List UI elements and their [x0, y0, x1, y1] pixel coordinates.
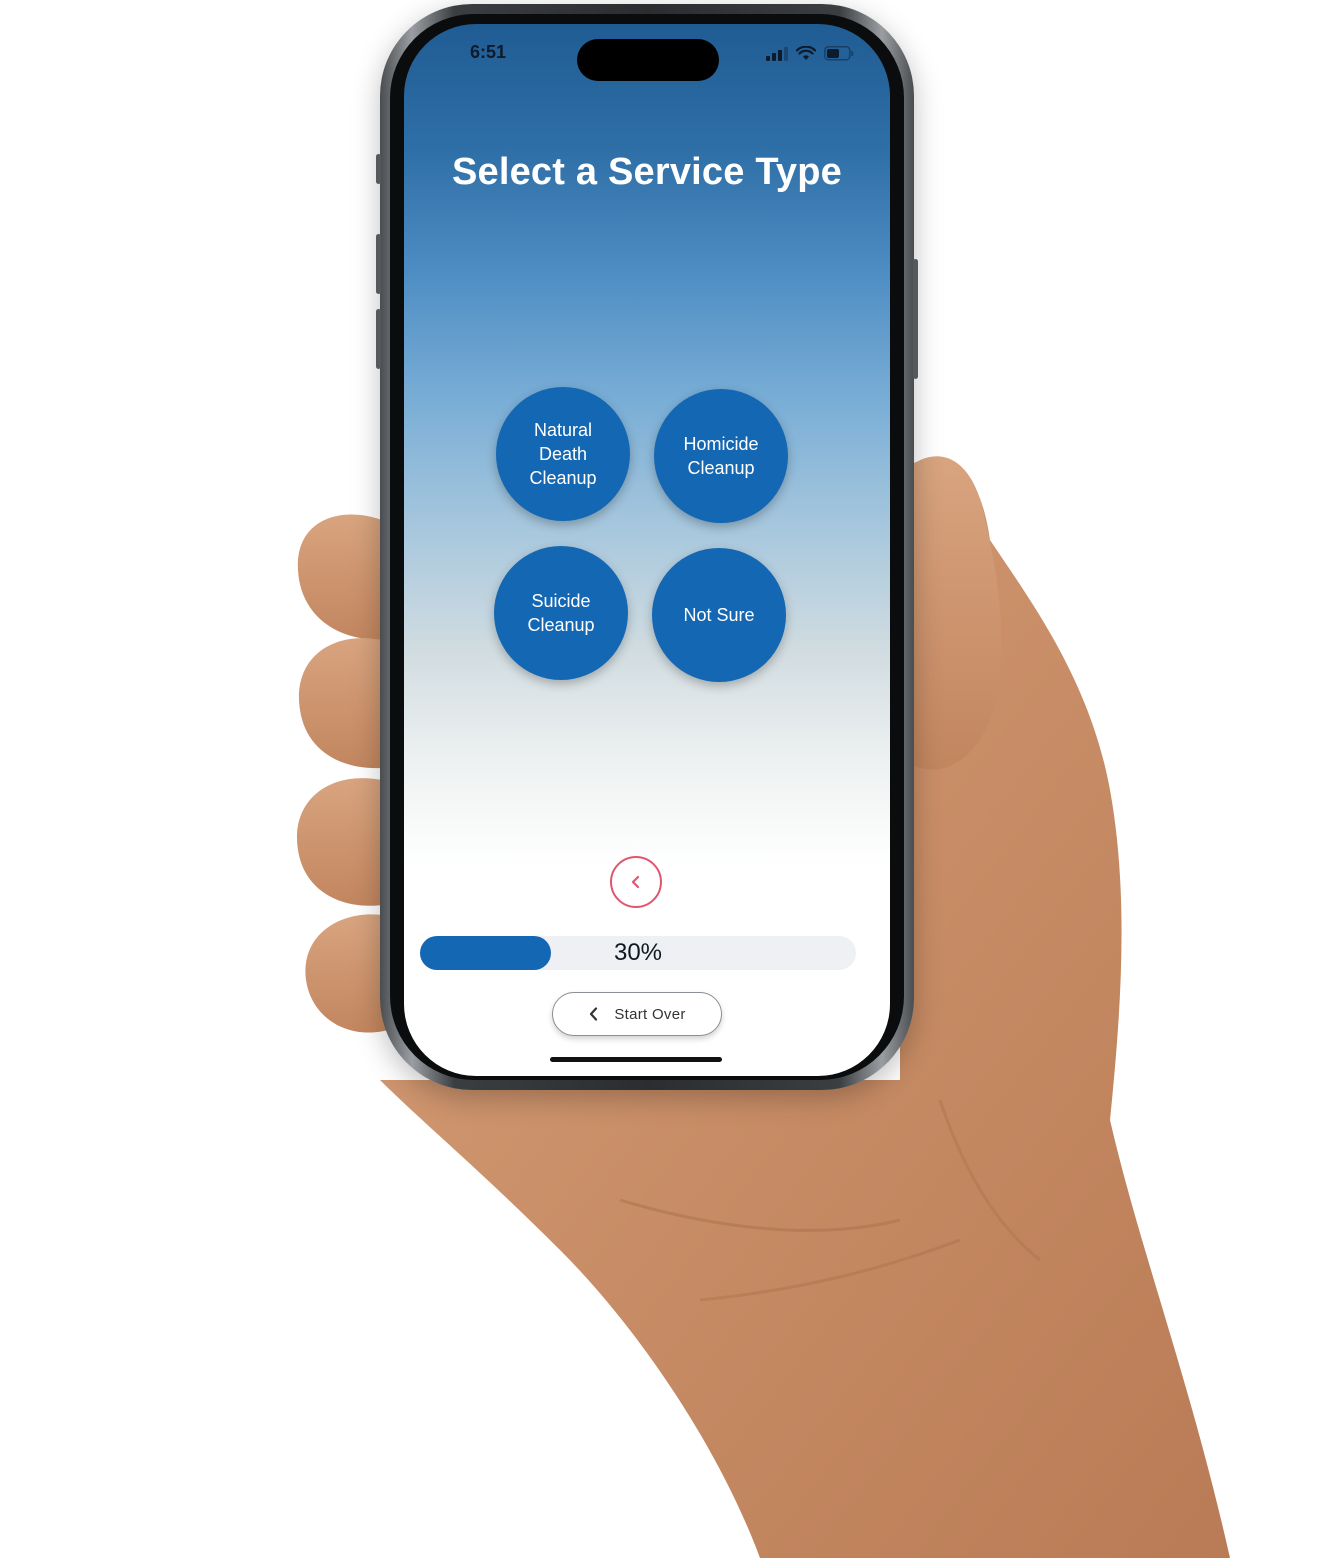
service-suicide-cleanup-button[interactable]: Suicide Cleanup	[494, 546, 628, 680]
page-title: Select a Service Type	[451, 151, 843, 193]
service-homicide-cleanup-button[interactable]: Homicide Cleanup	[654, 389, 788, 523]
service-natural-death-cleanup-button[interactable]: Natural Death Cleanup	[496, 387, 630, 521]
app-screen: 6:51 Select a Service Type Natural Death…	[404, 24, 890, 1076]
phone-power-button	[913, 259, 918, 379]
phone-device: 6:51 Select a Service Type Natural Death…	[376, 4, 918, 1090]
start-over-button[interactable]: Start Over	[552, 992, 722, 1036]
service-not-sure-button[interactable]: Not Sure	[652, 548, 786, 682]
start-over-label: Start Over	[614, 1005, 686, 1023]
status-icons	[766, 46, 854, 61]
dynamic-island	[577, 39, 719, 81]
wifi-icon	[796, 46, 816, 60]
progress-label: 30%	[613, 939, 663, 966]
status-time: 6:51	[470, 42, 507, 62]
chevron-left-icon	[631, 875, 640, 889]
phone-side-button	[376, 154, 381, 184]
chevron-left-icon	[590, 1007, 598, 1021]
battery-icon	[824, 46, 854, 61]
phone-volume-up	[376, 234, 381, 294]
home-indicator	[550, 1057, 722, 1062]
back-button[interactable]	[610, 856, 662, 908]
cellular-signal-icon	[766, 47, 788, 61]
progress-bar: 30%	[420, 936, 856, 970]
phone-volume-down	[376, 309, 381, 369]
